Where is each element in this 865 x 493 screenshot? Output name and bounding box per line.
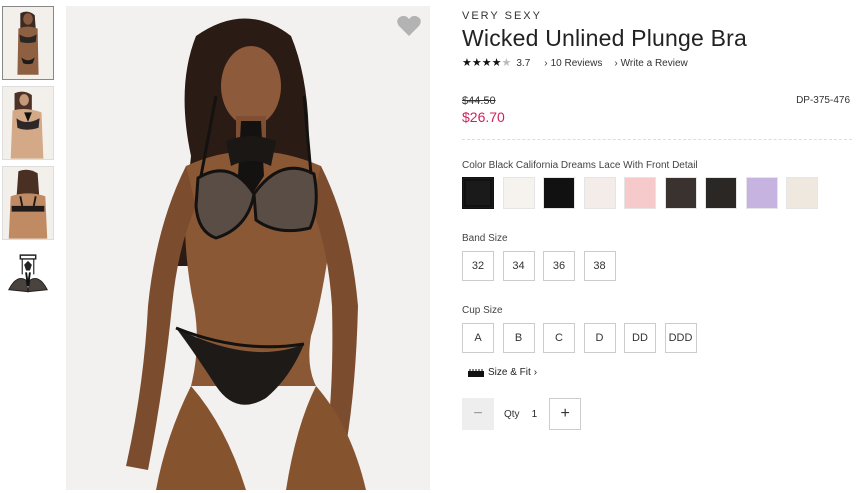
cup-size-label: Cup Size (462, 305, 503, 316)
star-icon: ★ (491, 57, 502, 69)
star-rating: ★ ★ ★ ★ ★ (462, 58, 511, 69)
write-review-label: Write a Review (620, 58, 688, 69)
reviews-link-label: 10 Reviews (550, 58, 603, 69)
chevron-right-icon: › (544, 58, 548, 69)
thumbnail-product-flat-image (3, 247, 53, 319)
color-swatch[interactable] (462, 177, 494, 209)
size-fit-label: Size & Fit (488, 367, 531, 378)
product-title: Wicked Unlined Plunge Bra (462, 25, 747, 51)
ruler-icon (468, 368, 484, 377)
divider (462, 139, 852, 140)
thumbnail-product-flat[interactable] (2, 246, 54, 320)
main-product-image (66, 6, 430, 490)
color-swatch[interactable] (543, 177, 575, 209)
thumbnail-side-image (3, 87, 53, 159)
sku-code: DP-375-476 (796, 95, 850, 106)
write-review-link[interactable]: › Write a Review (614, 58, 687, 69)
cup-size-button[interactable]: D (583, 323, 616, 353)
thumbnail-gallery (2, 6, 56, 326)
cup-size-button[interactable]: B (502, 323, 535, 353)
band-size-button[interactable]: 32 (462, 251, 494, 281)
cup-size-button[interactable]: DD (624, 323, 656, 353)
band-size-button[interactable]: 34 (502, 251, 535, 281)
quantity-label: Qty (504, 408, 520, 420)
color-swatch[interactable] (664, 177, 697, 209)
band-size-options: 32 34 36 38 (462, 251, 852, 281)
band-size-label: Band Size (462, 233, 508, 244)
thumbnail-side[interactable] (2, 86, 54, 160)
quantity-decrease-button[interactable]: − (462, 398, 494, 430)
cup-size-button[interactable]: C (543, 323, 575, 353)
brand-label: VERY SEXY (462, 10, 542, 22)
price-row: $44.50 $26.70 DP-375-476 (462, 95, 852, 125)
color-swatch[interactable] (786, 177, 818, 209)
cup-size-button[interactable]: DDD (664, 323, 697, 353)
color-swatch[interactable] (624, 177, 656, 209)
thumbnail-front-image (3, 7, 53, 79)
product-info: VERY SEXY Wicked Unlined Plunge Bra ★ ★ … (462, 10, 852, 430)
chevron-right-icon: › (614, 58, 618, 69)
star-icon: ★ (462, 57, 472, 69)
cup-size-options: A B C D DD DDD (462, 323, 852, 353)
color-swatch[interactable] (745, 177, 778, 209)
thumbnail-back-image (3, 167, 53, 239)
star-icon: ★ (471, 57, 482, 69)
color-swatch[interactable] (583, 177, 616, 209)
star-empty-icon: ★ (501, 57, 512, 69)
cup-size-button[interactable]: A (462, 323, 494, 353)
band-size-button[interactable]: 38 (583, 251, 616, 281)
star-icon: ★ (481, 57, 492, 69)
cup-size-section: Cup Size A B C D DD DDD (462, 305, 852, 353)
color-swatch[interactable] (705, 177, 737, 209)
band-size-button[interactable]: 36 (543, 251, 575, 281)
rating-row: ★ ★ ★ ★ ★ 3.7 › 10 Reviews › Write a Rev… (462, 58, 852, 70)
quantity-increase-button[interactable]: + (549, 398, 582, 430)
sale-price: $26.70 (462, 109, 505, 125)
size-fit-link[interactable]: Size & Fit › (462, 367, 852, 378)
color-label: Color Black California Dreams Lace With … (462, 160, 698, 171)
thumbnail-front[interactable] (2, 6, 54, 80)
quantity-stepper: − Qty 1 + (462, 398, 852, 430)
thumbnail-back[interactable] (2, 166, 54, 240)
reviews-link[interactable]: › 10 Reviews (544, 58, 602, 69)
color-swatch[interactable] (502, 177, 535, 209)
color-swatches (462, 177, 852, 209)
chevron-right-icon: › (533, 367, 538, 378)
band-size-section: Band Size 32 34 36 38 (462, 233, 852, 281)
heart-icon[interactable] (396, 14, 422, 38)
original-price: $44.50 (462, 95, 496, 107)
quantity-value: 1 (531, 408, 538, 420)
rating-value: 3.7 (516, 58, 531, 69)
model-photo (66, 6, 430, 490)
